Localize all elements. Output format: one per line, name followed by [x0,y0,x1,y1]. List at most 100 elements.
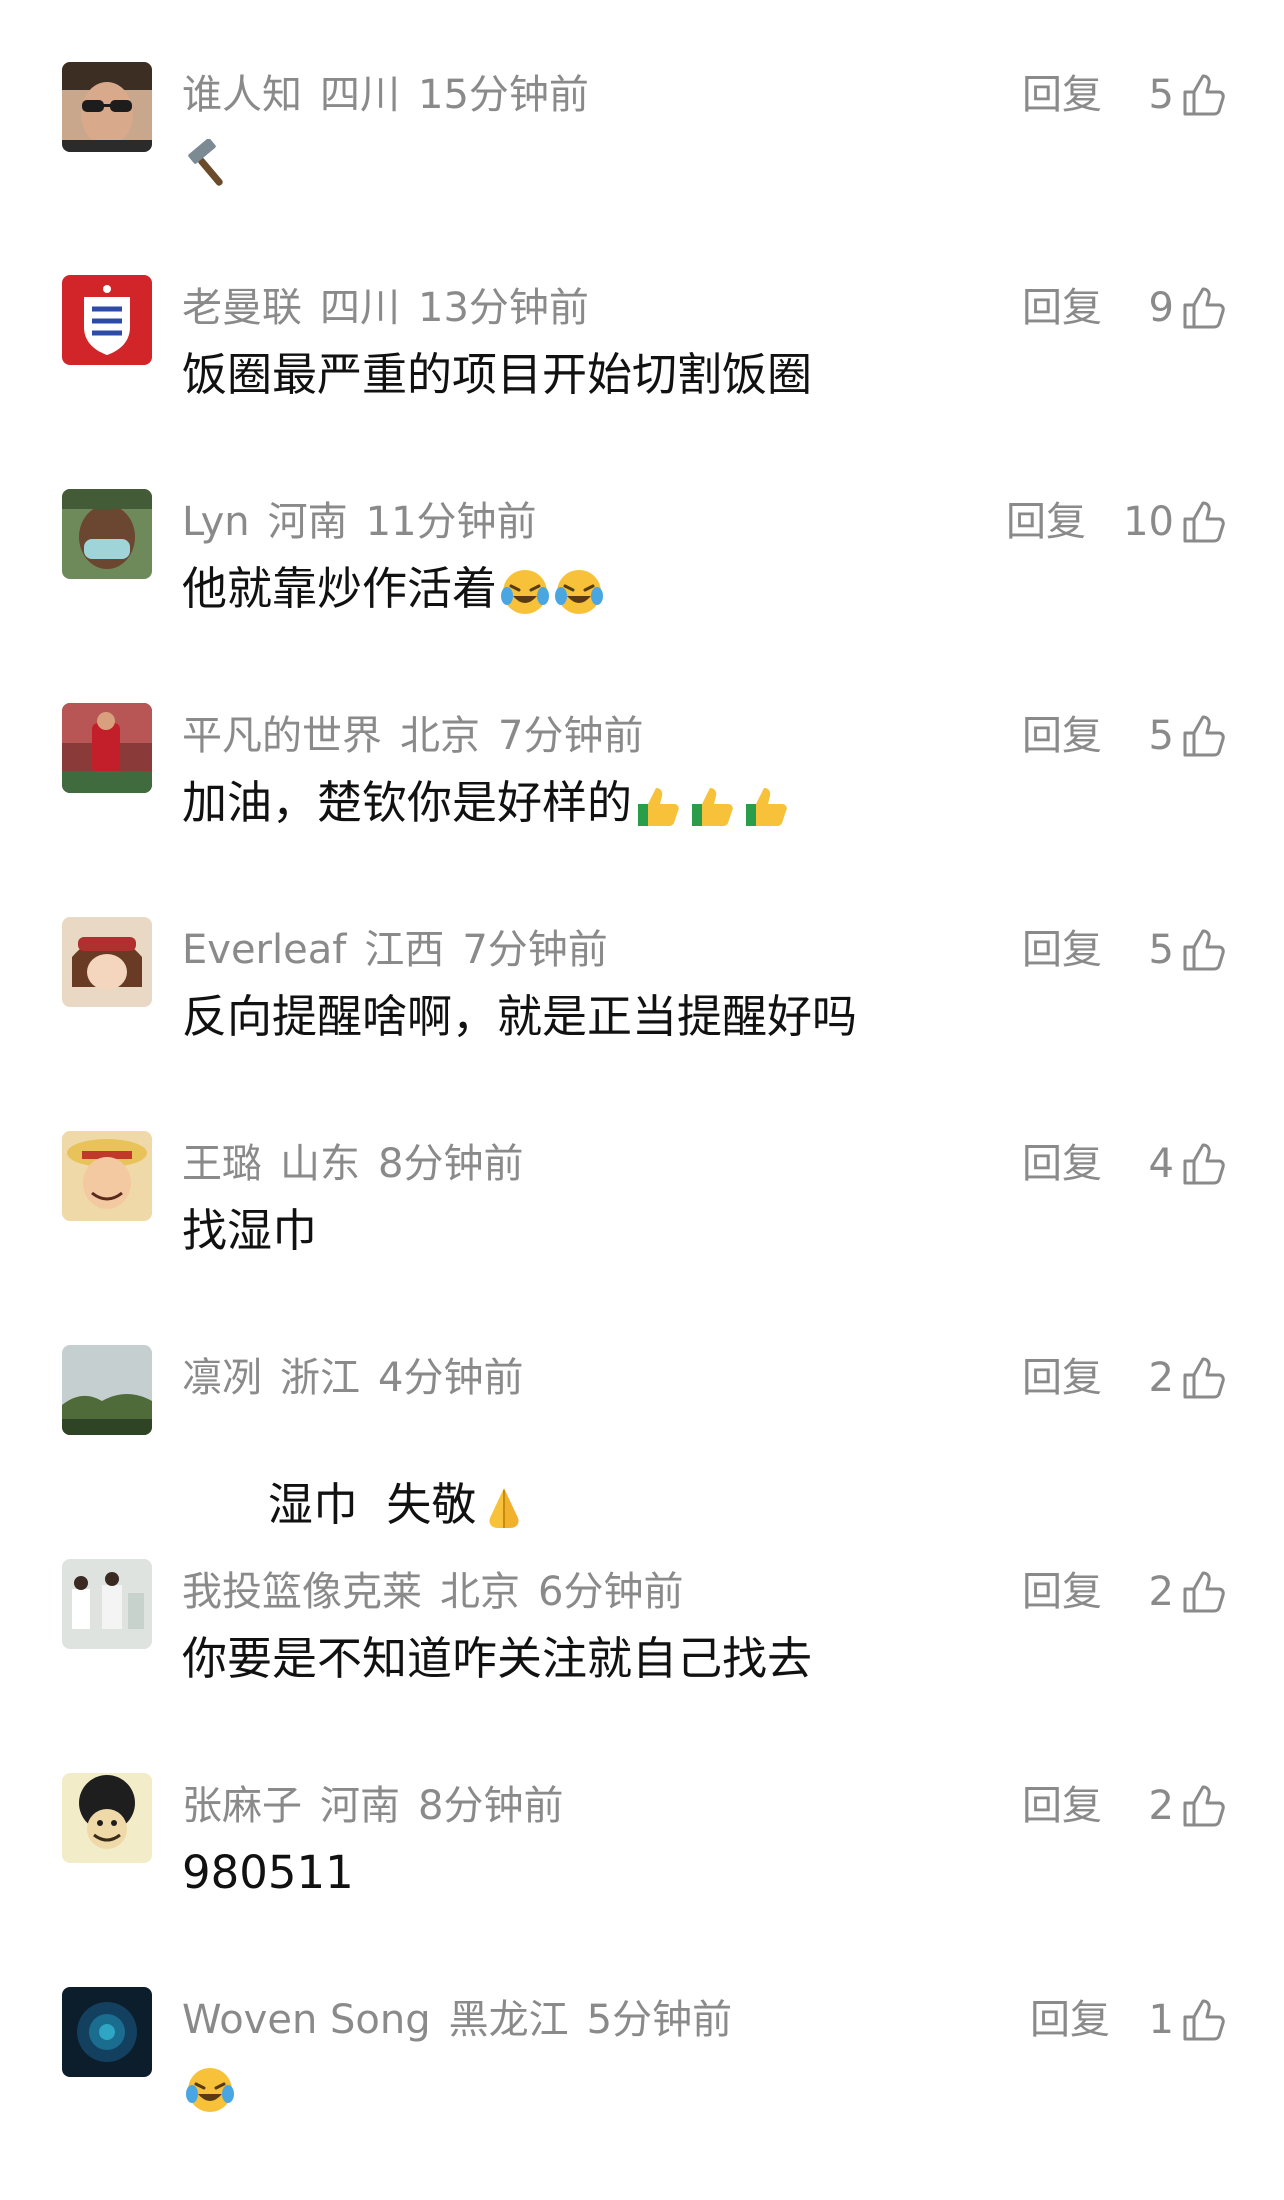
like-count: 2 [1148,1569,1174,1615]
timestamp: 5分钟前 [586,1997,733,2043]
comment-meta: 王璐 山东 8分钟前 [182,1135,541,1193]
timestamp: 8分钟前 [418,1783,564,1829]
avatar[interactable] [62,62,152,152]
comment-meta: Everleaf 江西 7分钟前 [182,921,626,979]
avatar-portrait-image [62,62,152,152]
avatar[interactable] [62,489,152,579]
username[interactable]: 凛冽 [182,1355,262,1401]
timestamp: 4分钟前 [378,1355,524,1401]
reply-button[interactable]: 回复 [1022,279,1102,337]
like-icon[interactable] [1180,1355,1226,1401]
folded-hands-emoji [489,1488,519,1528]
like-icon[interactable] [1180,285,1226,331]
avatar[interactable] [62,275,152,365]
comment-item: 凛冽 浙江 4分钟前 湿巾 失敬 回复 2 [0,1345,1284,1558]
comment-body: 980511 [182,1846,354,1899]
reply-button[interactable]: 回复 [1022,921,1102,979]
username[interactable]: 谁人知 [182,72,302,118]
comment-body: 加油，楚钦你是好样的 [182,776,633,829]
timestamp: 8分钟前 [378,1141,524,1187]
username[interactable]: 王璐 [182,1141,262,1187]
like-icon[interactable] [1180,72,1226,118]
reply-button[interactable]: 回复 [1022,707,1102,765]
like-icon[interactable] [1180,1569,1226,1615]
comment-meta: 凛冽 浙江 4分钟前 [182,1349,541,1407]
comment-text: 他就靠炒作活着 [182,559,605,619]
like-count: 2 [1148,1355,1174,1401]
like-icon[interactable] [1180,927,1226,973]
location: 山东 [280,1141,360,1187]
hammer-emoji [188,139,223,186]
comment-item: 平凡的世界 北京 7分钟前 加油，楚钦你是好样的 回复 5 [0,703,1284,916]
username[interactable]: 老曼联 [182,285,302,331]
reply-button[interactable]: 回复 [1030,1991,1110,2049]
comment-text: 加油，楚钦你是好样的 [182,773,794,833]
username[interactable]: 我投篮像克莱 [182,1569,422,1615]
comment-item: Everleaf 江西 7分钟前 反向提醒啥啊，就是正当提醒好吗 回复 5 [0,917,1284,1130]
reply-button[interactable]: 回复 [1022,1349,1102,1407]
avatar-abstract-image [62,1987,152,2077]
like-icon[interactable] [1180,499,1226,545]
avatar-landscape-image [62,1345,152,1435]
like-icon[interactable] [1180,713,1226,759]
like-icon[interactable] [1180,1997,1226,2043]
avatar-crest-image [62,275,152,365]
reply-button[interactable]: 回复 [1022,1563,1102,1621]
comment-item: Woven Song 黑龙江 5分钟前 回复 1 [0,1987,1284,2200]
avatar[interactable] [62,917,152,1007]
reply-button[interactable]: 回复 [1006,493,1086,551]
comment-item: 王璐 山东 8分钟前 找湿巾 回复 4 [0,1131,1284,1344]
comment-item: 老曼联 四川 13分钟前 饭圈最严重的项目开始切割饭圈 回复 9 [0,275,1284,488]
location: 北京 [440,1569,520,1615]
comment-text: 湿巾 失敬 [182,1415,530,1531]
like-count: 5 [1148,927,1174,973]
comment-item: 谁人知 四川 15分钟前 回复 5 [0,62,1284,275]
avatar-photo-image [62,1559,152,1649]
username[interactable]: Everleaf [182,927,346,973]
username[interactable]: 平凡的世界 [182,713,382,759]
avatar-anime-image [62,917,152,1007]
comment-body: 反向提醒啥啊，就是正当提醒好吗 [182,990,858,1043]
location: 河南 [267,499,348,545]
comment-meta: 张麻子 河南 8分钟前 [182,1777,581,1835]
location: 江西 [364,927,445,973]
comment-text: 你要是不知道咋关注就自己找去 [182,1629,812,1689]
avatar[interactable] [62,1345,152,1435]
avatar[interactable] [62,1773,152,1863]
timestamp: 7分钟前 [498,713,644,759]
avatar[interactable] [62,1131,152,1221]
avatar[interactable] [62,1987,152,2077]
location: 四川 [320,72,400,118]
like-icon[interactable] [1180,1141,1226,1187]
avatar[interactable] [62,703,152,793]
username[interactable]: Woven Song [182,1997,431,2043]
comment-text: 反向提醒啥啊，就是正当提醒好吗 [182,987,857,1047]
avatar[interactable] [62,1559,152,1649]
like-count: 10 [1123,499,1174,545]
thumbs-up-emoji [692,788,733,826]
reply-button[interactable]: 回复 [1022,1135,1102,1193]
avatar-photo-image [62,703,152,793]
laughing-crying-emoji [501,570,550,614]
like-icon[interactable] [1180,1783,1226,1829]
comment-meta: 老曼联 四川 13分钟前 [182,279,607,337]
comment-text: 饭圈最严重的项目开始切割饭圈 [182,345,812,405]
like-count: 5 [1148,72,1174,118]
comment-item: 我投篮像克莱 北京 6分钟前 你要是不知道咋关注就自己找去 回复 2 [0,1559,1284,1772]
comment-body: 饭圈最严重的项目开始切割饭圈 [182,348,813,401]
comment-body: 湿巾 失敬 [267,1478,477,1531]
like-count: 4 [1148,1141,1174,1187]
like-count: 5 [1148,713,1174,759]
laughing-crying-emoji [186,2068,234,2112]
comment-item: Lyn 河南 11分钟前 他就靠炒作活着 回复 10 [0,489,1284,702]
avatar-cartoon-image [62,1773,152,1863]
reply-button[interactable]: 回复 [1022,1777,1102,1835]
username[interactable]: Lyn [182,499,250,545]
comment-text: 980511 [182,1843,354,1903]
laughing-crying-emoji [555,570,604,614]
timestamp: 11分钟前 [365,499,537,545]
thumbs-up-emoji [746,788,787,826]
username[interactable]: 张麻子 [182,1783,302,1829]
location: 四川 [320,285,400,331]
reply-button[interactable]: 回复 [1022,66,1102,124]
